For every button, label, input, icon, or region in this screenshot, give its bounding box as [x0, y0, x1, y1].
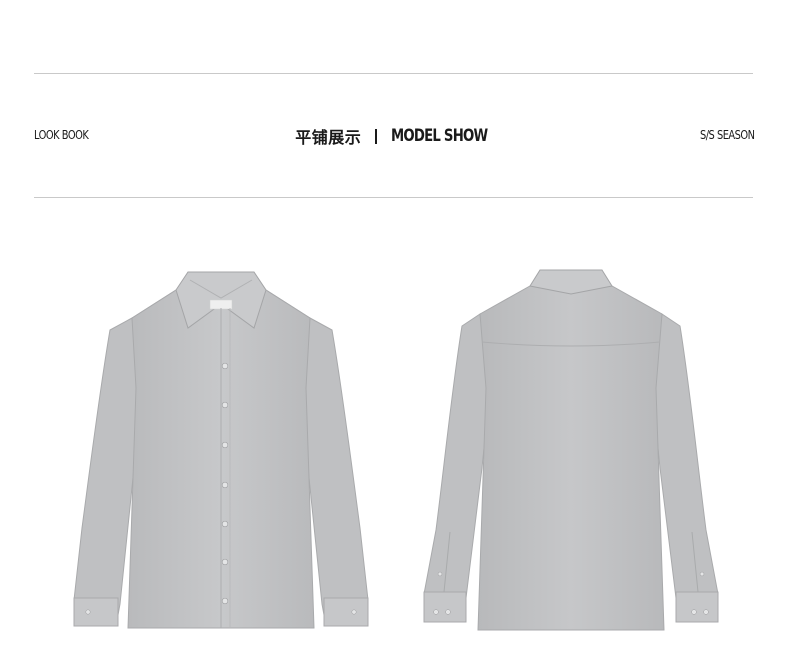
shirt-front-image	[70, 268, 372, 634]
title-english: MODEL SHOW	[391, 126, 488, 146]
section-title: 平铺展示 MODEL SHOW	[0, 124, 790, 148]
season-label: S/S SEASON	[700, 128, 755, 142]
title-separator	[375, 128, 378, 144]
shirt-back-image	[420, 268, 722, 634]
title-chinese: 平铺展示	[295, 128, 362, 147]
section-header: LOOK BOOK 平铺展示 MODEL SHOW S/S SEASON	[0, 124, 790, 150]
top-divider	[34, 73, 753, 74]
bottom-divider	[34, 197, 753, 198]
